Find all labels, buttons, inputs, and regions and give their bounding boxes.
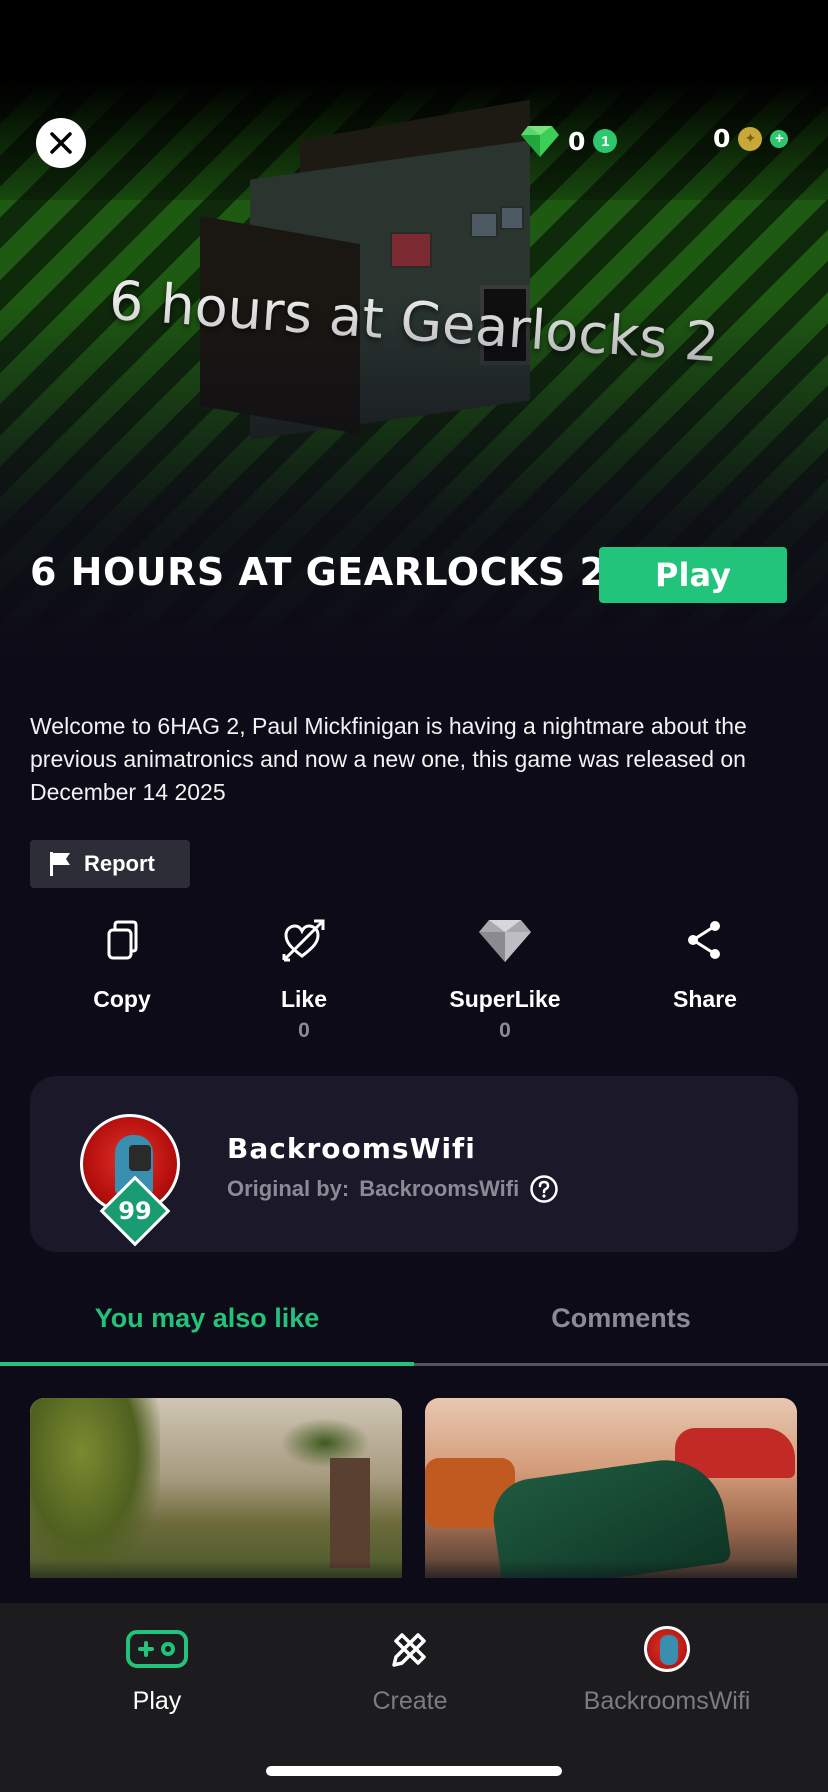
avatar (644, 1626, 690, 1672)
hero-bottom-shade (0, 300, 828, 660)
nav-label-create: Create (372, 1687, 448, 1715)
original-by: Original by: BackroomsWifi (227, 1174, 559, 1204)
list-fade (0, 1560, 828, 1600)
gems-badge: 1 (593, 129, 618, 153)
share-action[interactable]: Share (615, 910, 795, 1013)
tab-comments[interactable]: Comments (414, 1290, 828, 1366)
level-text: 99 (118, 1197, 152, 1225)
bottom-nav: Play Create BackroomsWifi (0, 1603, 828, 1792)
flag-icon (50, 852, 70, 876)
original-by-label: Original by: (227, 1176, 350, 1201)
nav-label-play: Play (132, 1687, 182, 1715)
coins-counter[interactable]: 0 ✦ + (713, 124, 789, 153)
creator-card[interactable]: 99 BackroomsWifi Original by: BackroomsW… (30, 1076, 798, 1252)
original-by-name: BackroomsWifi (359, 1176, 520, 1201)
share-icon (688, 921, 720, 959)
nav-item-play[interactable]: Play (37, 1621, 277, 1716)
game-title: 6 HOURS AT GEARLOCKS 2 (30, 550, 607, 594)
diamond-icon (479, 920, 531, 962)
close-button[interactable] (36, 118, 86, 168)
coins-add-button[interactable]: + (770, 129, 789, 148)
game-description: Welcome to 6HAG 2, Paul Mickfinigan is h… (30, 713, 747, 805)
gamepad-icon (126, 1630, 188, 1668)
heart-arrow-icon (282, 919, 325, 962)
recommended-game-card[interactable] (30, 1398, 402, 1578)
pencil-ruler-icon (392, 1633, 426, 1667)
superlike-action[interactable]: SuperLike 0 (415, 910, 595, 1043)
coins-count: 0 (713, 124, 731, 153)
tab-bar: You may also like Comments (0, 1290, 828, 1366)
like-action[interactable]: Like 0 (214, 910, 394, 1043)
copy-icon (107, 920, 138, 960)
play-button[interactable]: Play (599, 547, 787, 603)
home-indicator[interactable] (266, 1766, 562, 1776)
action-row: Copy Like 0 SuperLike 0 Share (0, 910, 828, 1050)
report-button[interactable]: Report (30, 840, 190, 888)
nav-label-profile: BackroomsWifi (583, 1687, 751, 1715)
tab-active-indicator (0, 1362, 414, 1366)
share-label: Share (673, 986, 737, 1012)
report-label: Report (84, 851, 155, 876)
gems-counter[interactable]: 0 1 (520, 124, 618, 158)
tab-you-may-also-like[interactable]: You may also like (0, 1290, 414, 1366)
nav-item-profile[interactable]: BackroomsWifi (547, 1621, 787, 1716)
copy-action[interactable]: Copy (32, 910, 212, 1013)
gem-icon (521, 126, 559, 157)
nav-item-create[interactable]: Create (290, 1621, 530, 1716)
copy-label: Copy (93, 986, 151, 1012)
like-label: Like (280, 986, 328, 1012)
superlike-label: SuperLike (449, 986, 561, 1012)
help-icon[interactable] (529, 1174, 559, 1204)
coin-icon: ✦ (738, 126, 763, 151)
close-icon (50, 132, 72, 154)
gems-count: 0 (568, 126, 586, 156)
recommended-game-card[interactable] (425, 1398, 797, 1578)
creator-name[interactable]: BackroomsWifi (227, 1132, 476, 1165)
like-count: 0 (298, 1019, 310, 1042)
superlike-count: 0 (499, 1019, 511, 1042)
